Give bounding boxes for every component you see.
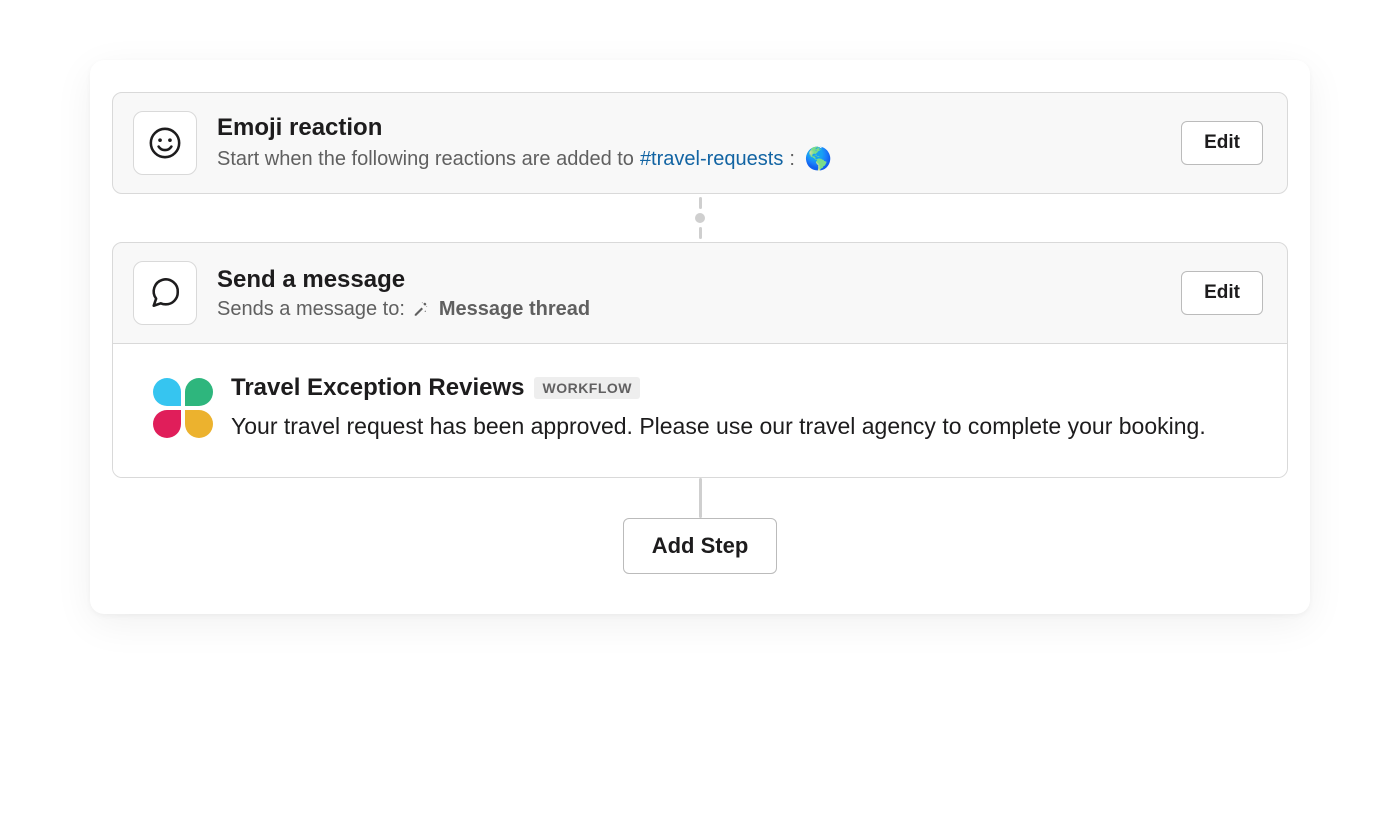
trigger-desc-suffix: :	[789, 148, 795, 171]
edit-step-button[interactable]: Edit	[1181, 271, 1263, 315]
message-text: Your travel request has been approved. P…	[231, 410, 1247, 443]
step-description: Sends a message to: Message thread	[217, 298, 1161, 321]
connector-line-icon	[699, 227, 702, 239]
step-header: Emoji reaction Start when the following …	[113, 93, 1287, 193]
workflow-badge: WORKFLOW	[534, 377, 640, 399]
emoji-reaction-icon	[133, 111, 197, 175]
step-text: Emoji reaction Start when the following …	[217, 114, 1161, 172]
step-title: Emoji reaction	[217, 114, 1161, 142]
step-send-message-card: Send a message Sends a message to: Messa…	[112, 242, 1288, 478]
send-desc-prefix: Sends a message to:	[217, 298, 405, 321]
connector-line-icon	[699, 197, 702, 209]
step-title: Send a message	[217, 266, 1161, 294]
message-content: Travel Exception Reviews WORKFLOW Your t…	[231, 374, 1247, 443]
slack-app-logo-icon	[153, 378, 213, 438]
message-preview: Travel Exception Reviews WORKFLOW Your t…	[113, 343, 1287, 477]
message-thread-label: Message thread	[439, 298, 590, 321]
step-description: Start when the following reactions are a…	[217, 146, 1161, 172]
message-icon	[133, 261, 197, 325]
add-step-button[interactable]: Add Step	[623, 518, 778, 574]
edit-trigger-button[interactable]: Edit	[1181, 121, 1263, 165]
channel-link[interactable]: #travel-requests	[640, 148, 783, 171]
step-header: Send a message Sends a message to: Messa…	[113, 243, 1287, 343]
step-connector-line-icon	[699, 478, 702, 518]
wand-icon	[411, 300, 429, 318]
trigger-desc-prefix: Start when the following reactions are a…	[217, 148, 634, 171]
step-trigger-card: Emoji reaction Start when the following …	[112, 92, 1288, 194]
step-connector	[695, 194, 705, 242]
globe-emoji-icon: 🌎	[805, 146, 832, 172]
workflow-builder-panel: Emoji reaction Start when the following …	[90, 60, 1310, 614]
workflow-app-name: Travel Exception Reviews	[231, 374, 524, 402]
connector-dot-icon	[695, 213, 705, 223]
step-text: Send a message Sends a message to: Messa…	[217, 266, 1161, 321]
message-title-row: Travel Exception Reviews WORKFLOW	[231, 374, 1247, 402]
